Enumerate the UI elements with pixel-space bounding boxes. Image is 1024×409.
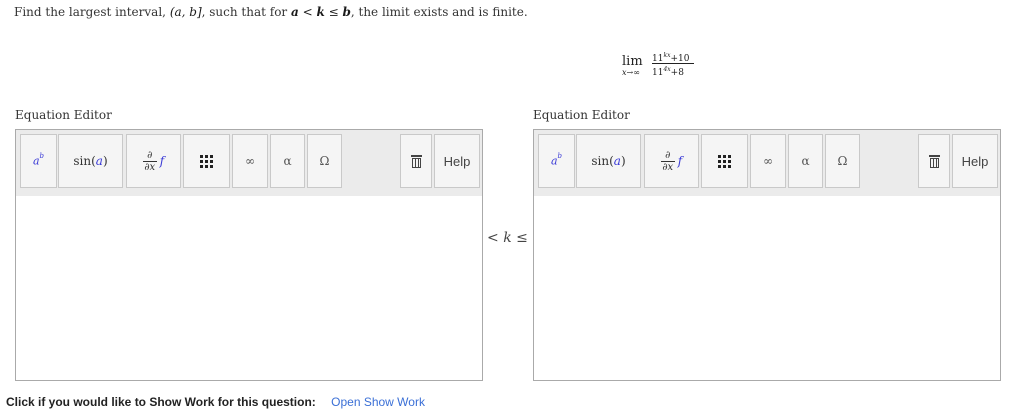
between-operator: < k ≤: [487, 230, 528, 246]
omega-icon: Ω: [319, 154, 330, 168]
equation-input-left[interactable]: [16, 196, 482, 380]
sin-icon: sin(a): [591, 154, 626, 168]
alpha-icon: α: [283, 154, 292, 168]
limit-denominator: 114x+8: [652, 66, 684, 78]
infinity-icon: ∞: [763, 154, 773, 168]
help-button[interactable]: Help: [434, 134, 480, 188]
fraction-bar: [652, 63, 694, 64]
matrix-button[interactable]: [183, 134, 230, 188]
trash-icon: [928, 154, 940, 168]
interval-notation: (a, b]: [169, 5, 202, 19]
alpha-icon: α: [801, 154, 810, 168]
greek-omega-button[interactable]: Ω: [307, 134, 342, 188]
equation-editor-right: ab sin(a) ∂ ∂x f ∞ α Ω Help: [533, 129, 1001, 381]
infinity-button[interactable]: ∞: [750, 134, 786, 188]
open-show-work-link[interactable]: Open Show Work: [331, 395, 425, 409]
equation-editor-title-right: Equation Editor: [533, 108, 630, 122]
matrix-button[interactable]: [701, 134, 748, 188]
equation-input-right[interactable]: [534, 196, 1000, 380]
power-button[interactable]: ab: [538, 134, 575, 188]
question-text: Find the largest interval, (a, b], such …: [14, 5, 528, 19]
sin-icon: sin(a): [73, 154, 108, 168]
partial-derivative-icon: ∂ ∂x f: [142, 149, 165, 173]
matrix-grid-icon: [718, 154, 731, 168]
greek-alpha-button[interactable]: α: [788, 134, 823, 188]
trash-button[interactable]: [400, 134, 432, 188]
show-work-prompt: Click if you would like to Show Work for…: [6, 395, 316, 409]
limit-expression: lim x→∞ 11kx+10 114x+8: [622, 52, 712, 82]
trig-button[interactable]: sin(a): [58, 134, 123, 188]
equation-editor-title-left: Equation Editor: [15, 108, 112, 122]
calculus-button[interactable]: ∂ ∂x f: [644, 134, 699, 188]
infinity-icon: ∞: [245, 154, 255, 168]
editor-toolbar: ab sin(a) ∂ ∂x f ∞ α Ω Help: [534, 130, 1000, 196]
partial-derivative-icon: ∂ ∂x f: [660, 149, 683, 173]
power-button[interactable]: ab: [20, 134, 57, 188]
infinity-button[interactable]: ∞: [232, 134, 268, 188]
help-button[interactable]: Help: [952, 134, 998, 188]
editor-toolbar: ab sin(a) ∂ ∂x f ∞ α Ω Help: [16, 130, 482, 196]
power-icon: ab: [550, 152, 563, 168]
matrix-grid-icon: [200, 154, 213, 168]
calculus-button[interactable]: ∂ ∂x f: [126, 134, 181, 188]
trash-button[interactable]: [918, 134, 950, 188]
trig-button[interactable]: sin(a): [576, 134, 641, 188]
trash-icon: [410, 154, 422, 168]
omega-icon: Ω: [837, 154, 848, 168]
greek-omega-button[interactable]: Ω: [825, 134, 860, 188]
show-work-row: Click if you would like to Show Work for…: [6, 395, 425, 409]
greek-alpha-button[interactable]: α: [270, 134, 305, 188]
equation-editor-left: ab sin(a) ∂ ∂x f ∞ α Ω Help: [15, 129, 483, 381]
power-icon: ab: [32, 152, 45, 168]
